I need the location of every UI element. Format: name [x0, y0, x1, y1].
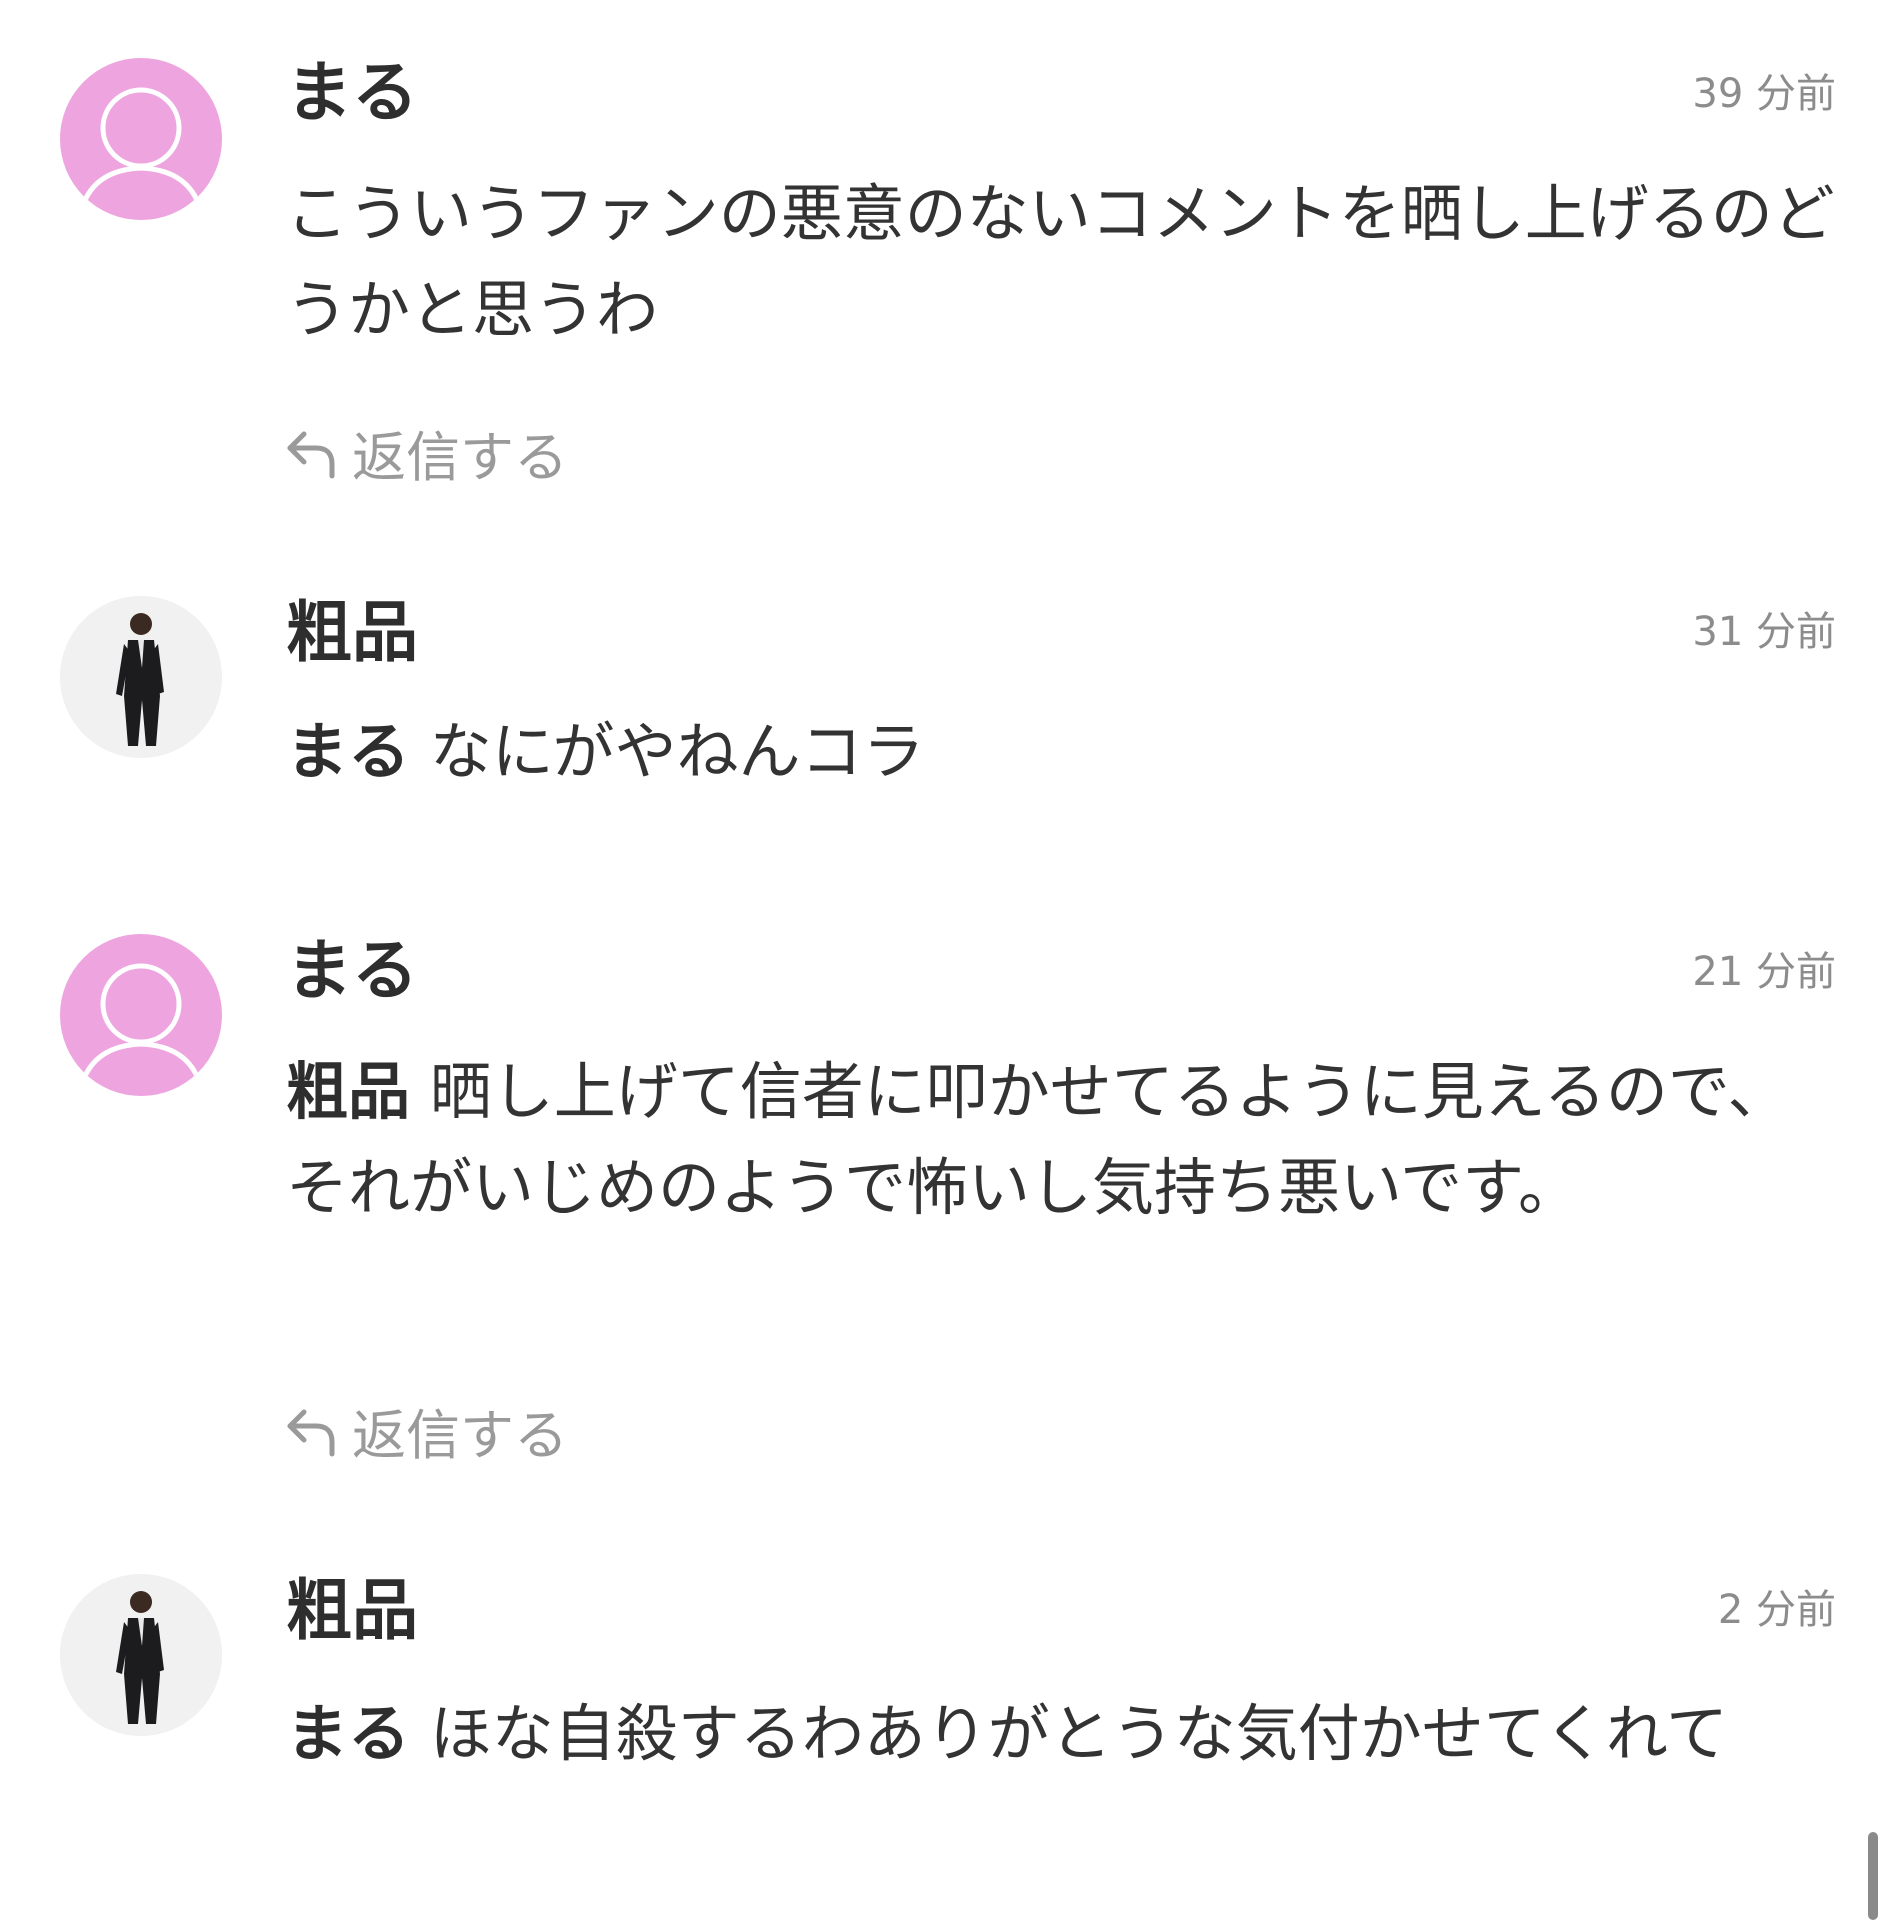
comment-timestamp: 21 分前: [1692, 949, 1836, 995]
comment-timestamp: 31 分前: [1692, 609, 1836, 655]
profile-photo: [60, 1574, 222, 1736]
scrollbar-thumb[interactable]: [1868, 1832, 1878, 1920]
comment-author[interactable]: 粗品: [286, 600, 418, 666]
mention-link[interactable]: まる: [286, 1697, 410, 1770]
user-avatar[interactable]: [60, 596, 222, 758]
comment-author[interactable]: まる: [286, 938, 418, 1004]
mention-link[interactable]: 粗品: [286, 1055, 410, 1128]
user-avatar[interactable]: [60, 934, 222, 1096]
user-avatar[interactable]: [60, 1574, 222, 1736]
user-avatar[interactable]: [60, 58, 222, 220]
comment-text: こういうファンの悪意のないコメントを晒し上げるのどうかと思うわ: [286, 166, 1846, 358]
comment-text-content: 晒し上げて信者に叩かせてるように見えるので、それがいじめのようで怖いし気持ち悪い…: [286, 1055, 1790, 1224]
reply-arrow-icon: [287, 1409, 335, 1457]
comment-author[interactable]: 粗品: [286, 1578, 418, 1644]
reply-button-label: 返信する: [352, 1403, 568, 1467]
comment-text-content: ほな自殺するわありがとうな気付かせてくれて: [429, 1697, 1729, 1770]
reply-button[interactable]: 返信する: [282, 1398, 568, 1467]
person-silhouette-icon: [79, 87, 203, 209]
comment-author[interactable]: まる: [286, 60, 418, 126]
reply-arrow-icon: [287, 431, 335, 479]
profile-photo: [60, 596, 222, 758]
reply-button[interactable]: 返信する: [282, 420, 568, 489]
comment-text: まる ほな自殺するわありがとうな気付かせてくれて: [286, 1686, 1846, 1782]
comment-timestamp: 2 分前: [1717, 1587, 1836, 1633]
comment-text-content: なにがやねんコラ: [429, 715, 925, 788]
comment-text: 粗品 晒し上げて信者に叩かせてるように見えるので、それがいじめのようで怖いし気持…: [286, 1044, 1846, 1236]
mention-link[interactable]: まる: [286, 715, 410, 788]
reply-button-label: 返信する: [352, 425, 568, 489]
comment-text: まる なにがやねんコラ: [286, 704, 1846, 800]
comment-text-content: こういうファンの悪意のないコメントを晒し上げるのどうかと思うわ: [286, 177, 1835, 346]
person-silhouette-icon: [79, 963, 203, 1085]
comment-timestamp: 39 分前: [1692, 71, 1836, 117]
